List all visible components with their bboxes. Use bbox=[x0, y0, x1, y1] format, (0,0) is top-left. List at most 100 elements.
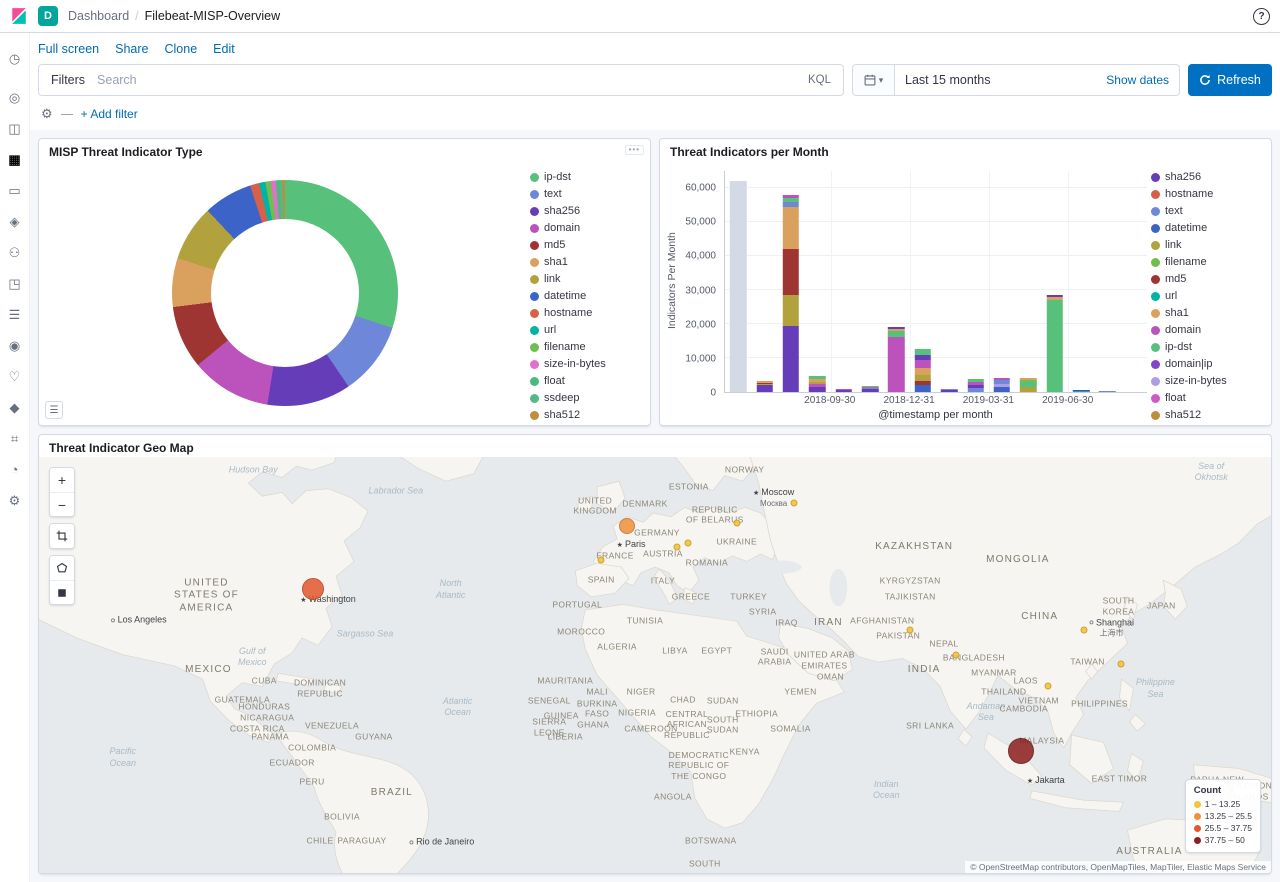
legend-item[interactable]: hostname bbox=[1151, 188, 1265, 200]
bar-segment-domain[interactable] bbox=[915, 360, 931, 368]
donut-chart[interactable] bbox=[172, 180, 398, 406]
monitoring-icon[interactable]: ◔ bbox=[0, 454, 30, 485]
bar-segment-sha256[interactable] bbox=[756, 385, 772, 392]
count-marker-northern-europe-cluster[interactable] bbox=[619, 518, 635, 534]
bar-segment-link[interactable] bbox=[1020, 387, 1036, 392]
refresh-button[interactable]: Refresh bbox=[1188, 64, 1272, 96]
legend-item[interactable]: ip-dst bbox=[1151, 341, 1265, 353]
management-icon[interactable]: ⚙ bbox=[0, 485, 30, 516]
bar-segment-url[interactable] bbox=[1073, 391, 1089, 392]
legend-toggle-button[interactable]: ☰ bbox=[45, 401, 63, 419]
legend-item[interactable]: sha256 bbox=[530, 205, 644, 217]
zoom-out-button[interactable]: − bbox=[50, 492, 74, 516]
small-count-marker[interactable] bbox=[1118, 661, 1125, 668]
small-count-marker[interactable] bbox=[673, 543, 680, 550]
bar-segment-md5[interactable] bbox=[783, 249, 799, 295]
geo-map[interactable]: Hudson BayLabrador SeaSea of OkhotskNort… bbox=[39, 457, 1271, 873]
infrastructure-icon[interactable]: ◳ bbox=[0, 268, 30, 299]
legend-item[interactable]: domain|ip bbox=[1151, 358, 1265, 370]
draw-polygon-button[interactable] bbox=[50, 556, 74, 580]
legend-item[interactable]: sha256 bbox=[1151, 171, 1265, 183]
filters-button[interactable]: Filters bbox=[39, 65, 97, 95]
legend-item[interactable]: url bbox=[530, 324, 644, 336]
small-count-marker[interactable] bbox=[907, 627, 914, 634]
bar-segment-other[interactable] bbox=[730, 181, 746, 392]
edit-button[interactable]: Edit bbox=[213, 42, 235, 56]
count-marker-southeast-asia-cluster[interactable] bbox=[1008, 738, 1034, 764]
bar-segment-sha256[interactable] bbox=[809, 387, 825, 392]
bar-segment-text[interactable] bbox=[967, 388, 983, 392]
legend-item[interactable]: ip-dst bbox=[530, 171, 644, 183]
legend-item[interactable]: link bbox=[530, 273, 644, 285]
legend-item[interactable]: sha1 bbox=[530, 256, 644, 268]
bar-segment-domain[interactable] bbox=[888, 337, 904, 392]
bar-segment-sha256[interactable] bbox=[835, 390, 851, 392]
dashboard-icon[interactable]: ▦ bbox=[0, 144, 30, 175]
machine-learning-icon[interactable]: ⚇ bbox=[0, 237, 30, 268]
small-count-marker[interactable] bbox=[1080, 627, 1087, 634]
discover-icon[interactable]: ◎ bbox=[0, 82, 30, 113]
legend-item[interactable]: domain bbox=[530, 222, 644, 234]
bar-segment-datetime[interactable] bbox=[994, 387, 1010, 392]
small-count-marker[interactable] bbox=[684, 539, 691, 546]
bar-segment-sha1[interactable] bbox=[915, 368, 931, 375]
legend-item[interactable]: ssdeep bbox=[530, 392, 644, 404]
legend-item[interactable]: datetime bbox=[530, 290, 644, 302]
canvas-icon[interactable]: ▭ bbox=[0, 175, 30, 206]
bar-segment-sha256[interactable] bbox=[862, 389, 878, 392]
recently-viewed-icon[interactable]: ◷ bbox=[0, 43, 30, 74]
legend-item[interactable]: md5 bbox=[1151, 273, 1265, 285]
legend-item[interactable]: domain bbox=[1151, 324, 1265, 336]
legend-item[interactable]: text bbox=[530, 188, 644, 200]
small-count-marker[interactable] bbox=[598, 556, 605, 563]
time-range-value[interactable]: Last 15 months bbox=[895, 73, 1096, 87]
share-button[interactable]: Share bbox=[115, 42, 148, 56]
small-count-marker[interactable] bbox=[733, 520, 740, 527]
bar-segment-sha1[interactable] bbox=[783, 207, 799, 250]
legend-item[interactable]: float bbox=[1151, 392, 1265, 404]
legend-item[interactable]: sha512 bbox=[1151, 409, 1265, 421]
visualize-icon[interactable]: ◫ bbox=[0, 113, 30, 144]
legend-item[interactable]: filename bbox=[1151, 256, 1265, 268]
legend-item[interactable]: sha512 bbox=[530, 409, 644, 421]
apm-icon[interactable]: ◉ bbox=[0, 330, 30, 361]
search-input[interactable] bbox=[97, 73, 796, 87]
small-count-marker[interactable] bbox=[1044, 682, 1051, 689]
legend-item[interactable]: md5 bbox=[530, 239, 644, 251]
legend-item[interactable]: text bbox=[1151, 205, 1265, 217]
filter-settings-gear-icon[interactable]: ⚙ bbox=[41, 106, 53, 122]
space-badge[interactable]: D bbox=[38, 6, 58, 26]
breadcrumb-dashboard[interactable]: Dashboard bbox=[68, 9, 129, 23]
bar-segment-text[interactable] bbox=[1099, 391, 1115, 392]
bar-segment-link[interactable] bbox=[783, 295, 799, 326]
fit-to-bounds-button[interactable] bbox=[50, 524, 74, 548]
uptime-icon[interactable]: ♡ bbox=[0, 361, 30, 392]
legend-item[interactable]: datetime bbox=[1151, 222, 1265, 234]
legend-item[interactable]: link bbox=[1151, 239, 1265, 251]
legend-item[interactable]: size-in-bytes bbox=[530, 358, 644, 370]
kibana-logo[interactable] bbox=[10, 7, 28, 25]
legend-item[interactable]: size-in-bytes bbox=[1151, 375, 1265, 387]
legend-item[interactable]: hostname bbox=[530, 307, 644, 319]
zoom-in-button[interactable]: + bbox=[50, 468, 74, 492]
bar-segment-sha256[interactable] bbox=[783, 326, 799, 392]
legend-item[interactable]: sha1 bbox=[1151, 307, 1265, 319]
legend-item[interactable]: float bbox=[530, 375, 644, 387]
siem-icon[interactable]: ◆ bbox=[0, 392, 30, 423]
show-dates-link[interactable]: Show dates bbox=[1096, 73, 1179, 87]
count-marker-north-america-cluster[interactable] bbox=[302, 578, 324, 600]
bar-segment-datetime[interactable] bbox=[915, 385, 931, 392]
maps-icon[interactable]: ◈ bbox=[0, 206, 30, 237]
help-icon[interactable]: ? bbox=[1253, 8, 1270, 25]
small-count-marker[interactable] bbox=[953, 651, 960, 658]
logs-icon[interactable]: ☰ bbox=[0, 299, 30, 330]
legend-item[interactable]: url bbox=[1151, 290, 1265, 302]
bar-segment-ip-dst[interactable] bbox=[1046, 300, 1062, 392]
bar-segment-sha256[interactable] bbox=[941, 390, 957, 392]
legend-item[interactable]: filename bbox=[530, 341, 644, 353]
full-screen-button[interactable]: Full screen bbox=[38, 42, 99, 56]
draw-bounds-button[interactable] bbox=[50, 580, 74, 604]
panel-menu-button[interactable]: ••• bbox=[625, 145, 644, 155]
kql-toggle[interactable]: KQL bbox=[796, 74, 843, 86]
add-filter-link[interactable]: + Add filter bbox=[81, 107, 138, 121]
